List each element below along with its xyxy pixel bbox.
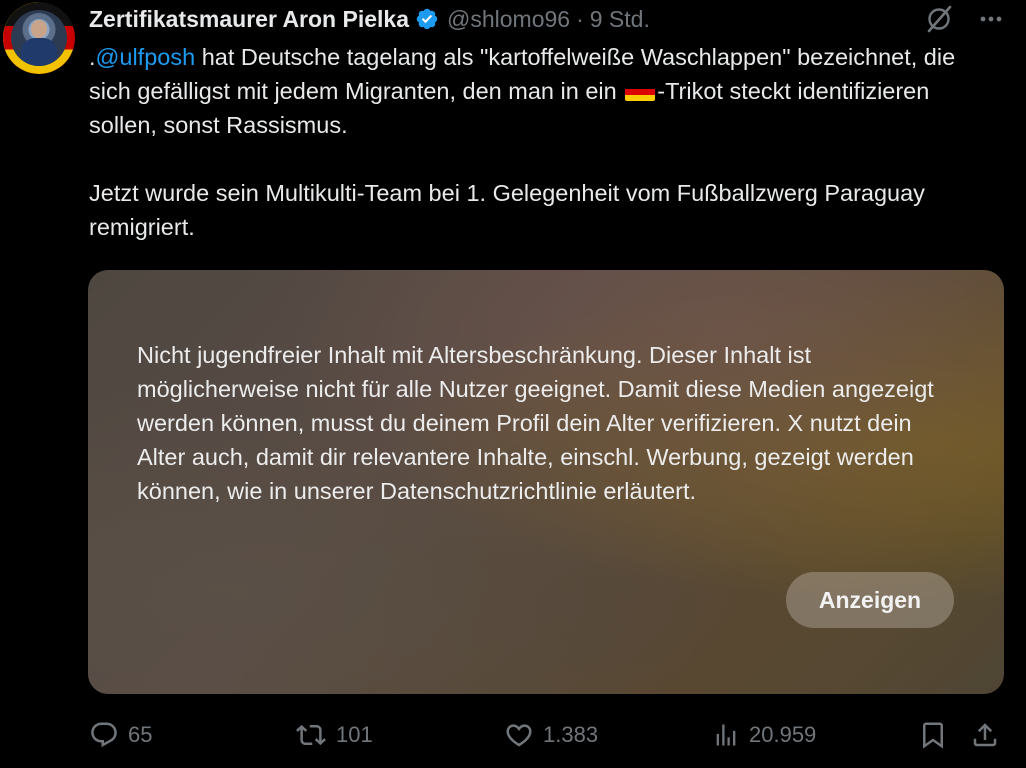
views-icon — [712, 720, 740, 750]
tweet-paragraph-2: Jetzt wurde sein Multikulti-Team bei 1. … — [89, 180, 925, 240]
flag-germany-icon — [625, 83, 656, 101]
like-icon — [504, 720, 534, 750]
avatar-photo — [11, 10, 67, 66]
share-icon — [970, 720, 1000, 750]
like-action[interactable]: 1.383 — [504, 718, 598, 752]
reply-action[interactable]: 65 — [89, 718, 152, 752]
age-restriction-warning: Nicht jugendfreier Inhalt mit Altersbesc… — [137, 342, 934, 504]
show-media-button[interactable]: Anzeigen — [786, 572, 954, 628]
avatar-person-body — [21, 38, 57, 66]
repost-icon — [295, 720, 327, 750]
more-icon[interactable] — [980, 15, 1002, 23]
author-handle[interactable]: @shlomo96 — [447, 6, 570, 33]
reply-icon — [89, 720, 119, 750]
mention-link[interactable]: @ulfposh — [96, 44, 196, 70]
tweet-text: .@ulfposh hat Deutsche tagelang als "kar… — [89, 40, 989, 244]
tweet-top-actions — [924, 4, 1002, 34]
views-action[interactable]: 20.959 — [712, 718, 816, 752]
views-count: 20.959 — [749, 722, 817, 747]
tweet-header: Zertifikatsmaurer Aron Pielka @shlomo96 … — [89, 4, 650, 34]
bookmark-icon — [918, 720, 948, 750]
bookmark-action[interactable] — [918, 718, 948, 752]
reply-count: 65 — [128, 722, 153, 747]
sensitive-media-card[interactable]: Nicht jugendfreier Inhalt mit Altersbesc… — [88, 270, 1004, 694]
author-display-name[interactable]: Zertifikatsmaurer Aron Pielka — [89, 6, 409, 33]
repost-action[interactable]: 101 — [295, 718, 373, 752]
like-count: 1.383 — [543, 722, 599, 747]
tweet-paragraph-1: .@ulfposh hat Deutsche tagelang als "kar… — [89, 40, 989, 142]
avatar[interactable] — [3, 2, 75, 74]
grok-icon[interactable] — [924, 4, 954, 34]
share-action[interactable] — [970, 718, 1000, 752]
repost-count: 101 — [336, 722, 373, 747]
tweet-timestamp[interactable]: 9 Std. — [590, 6, 650, 33]
avatar-person-head — [31, 20, 47, 38]
verified-badge-icon[interactable] — [415, 7, 439, 31]
header-separator: · — [576, 5, 584, 32]
